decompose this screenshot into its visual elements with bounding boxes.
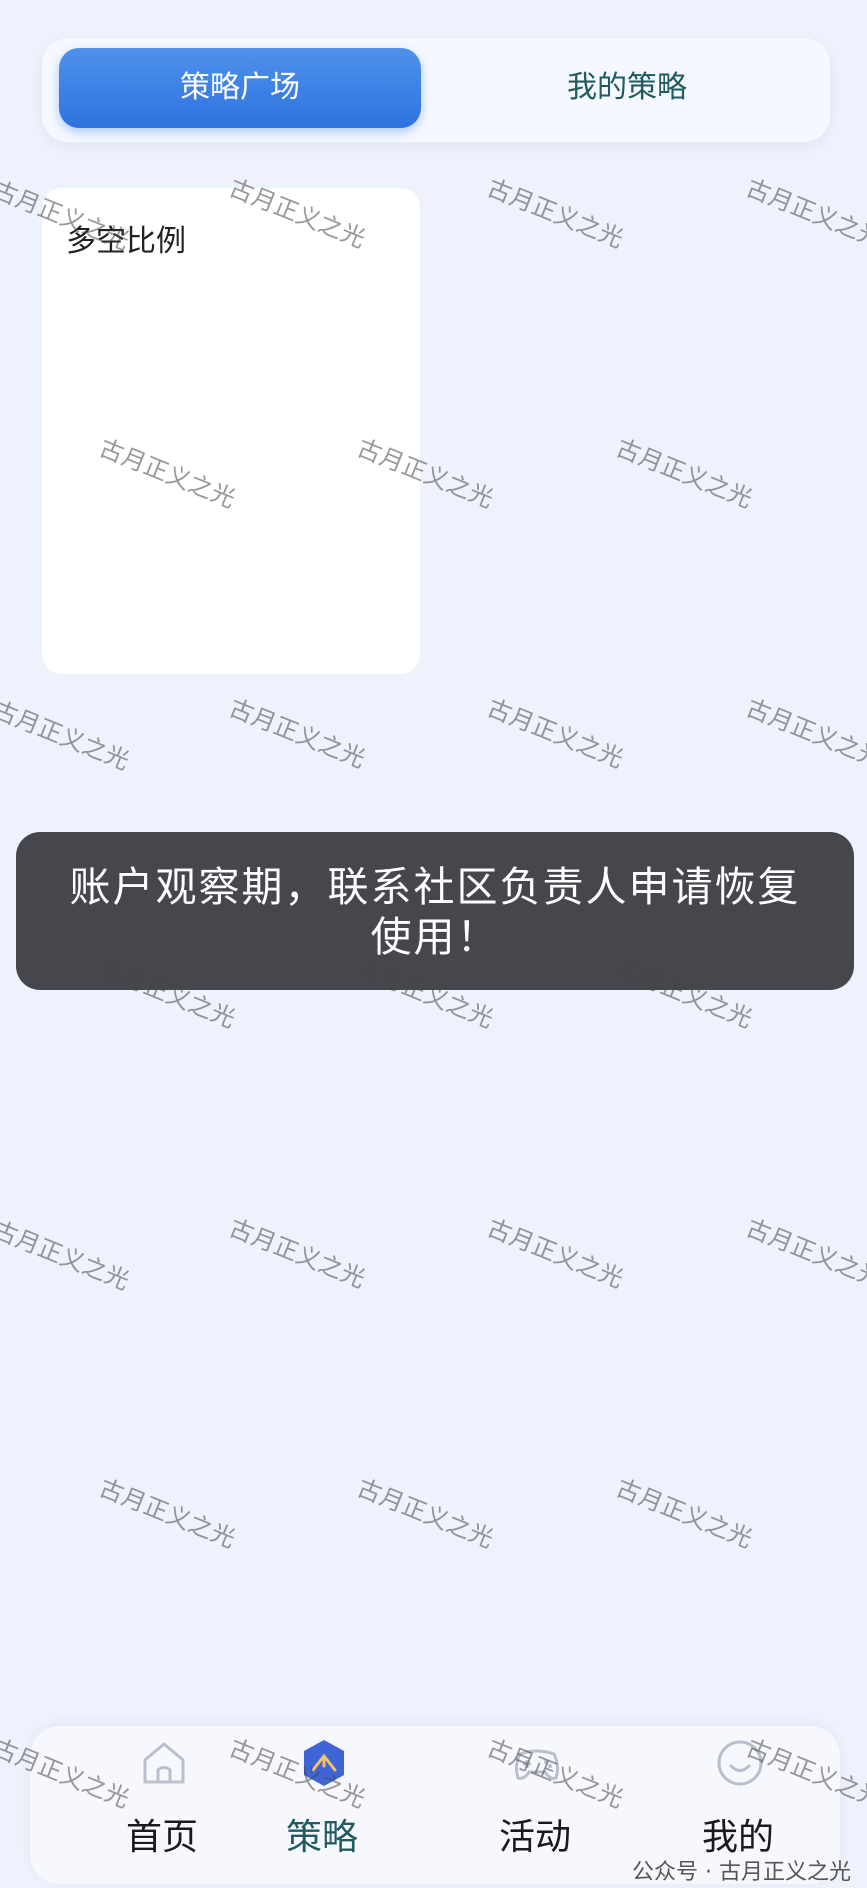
nav-label-activity: 活动	[498, 1817, 571, 1858]
watermark: 古月正义之光	[483, 173, 628, 254]
home-icon	[143, 1742, 185, 1784]
watermark: 古月正义之光	[483, 1213, 628, 1294]
strategy-icon	[304, 1740, 344, 1786]
toast-message: 账户观察期，联系社区负责人申请恢复使用！	[16, 832, 854, 990]
tab-strategy-square[interactable]: 策略广场	[59, 48, 421, 128]
nav-label-mine: 我的	[701, 1817, 774, 1858]
card-title: 多空比例	[66, 224, 186, 259]
watermark: 古月正义之光	[742, 693, 867, 774]
watermark: 古月正义之光	[742, 1213, 867, 1294]
watermark: 古月正义之光	[225, 693, 370, 774]
nav-activity[interactable]: 活动	[460, 1726, 610, 1884]
nav-home[interactable]: 首页	[87, 1726, 237, 1884]
watermark: 古月正义之光	[483, 693, 628, 774]
watermark: 古月正义之光	[742, 173, 867, 254]
watermark: 古月正义之光	[612, 1473, 757, 1554]
watermark: 古月正义之光	[353, 1473, 498, 1554]
strategy-tab-bar: 策略广场 我的策略	[42, 38, 830, 142]
nav-strategy[interactable]: 策略	[247, 1726, 397, 1884]
watermark: 古月正义之光	[95, 1473, 240, 1554]
tab-my-strategy[interactable]: 我的策略	[442, 48, 812, 128]
watermark: 古月正义之光	[612, 433, 757, 514]
nav-label-strategy: 策略	[285, 1817, 358, 1858]
long-short-ratio-card[interactable]: 多空比例	[42, 188, 420, 674]
source-label: 公众号 · 古月正义之光	[632, 1860, 851, 1885]
watermark: 古月正义之光	[0, 1215, 134, 1296]
smile-icon	[717, 1740, 763, 1786]
nav-label-home: 首页	[125, 1817, 198, 1858]
watermark: 古月正义之光	[0, 695, 134, 776]
watermark: 古月正义之光	[225, 1213, 370, 1294]
gamepad-icon	[514, 1749, 560, 1780]
